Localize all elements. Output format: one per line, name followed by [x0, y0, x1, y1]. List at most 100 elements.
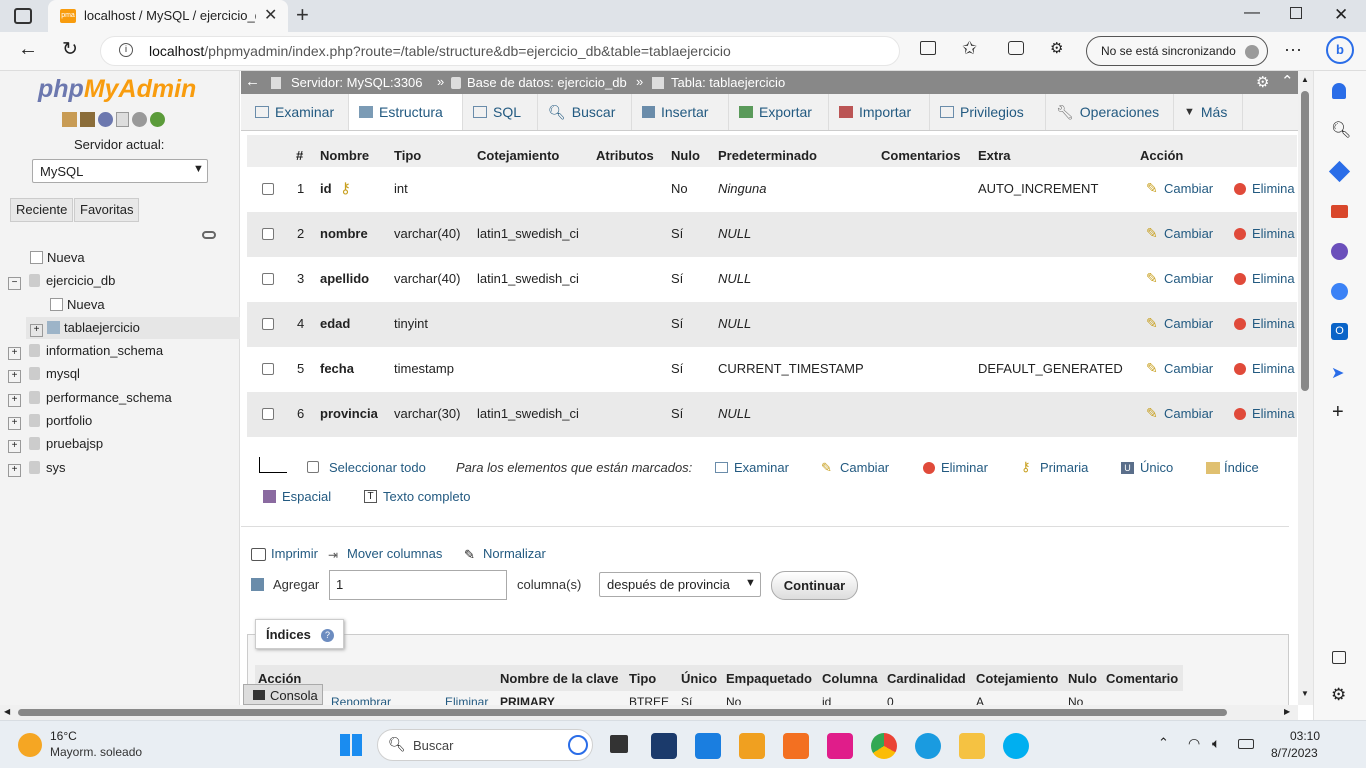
scroll-thumb[interactable] [1301, 91, 1309, 391]
row-checkbox[interactable] [262, 318, 274, 330]
reload-icon[interactable] [150, 112, 165, 127]
favorites-icon[interactable]: ✩ [962, 38, 977, 59]
server-select[interactable]: MySQL ▼ [32, 159, 208, 183]
drop-link[interactable]: Elimina [1252, 271, 1295, 286]
tree-item-sys[interactable]: + sys [8, 460, 66, 477]
tab-import[interactable]: Importar [829, 94, 930, 130]
games-icon[interactable] [1331, 243, 1348, 260]
tab-export[interactable]: Exportar [729, 94, 829, 130]
expand-icon[interactable]: + [8, 417, 21, 430]
sidebar-settings-icon[interactable]: ⚙ [1331, 685, 1346, 705]
tree-item-mysql[interactable]: + mysql [8, 366, 80, 383]
change-link[interactable]: Cambiar [1164, 406, 1213, 421]
change-link[interactable]: Cambiar [1164, 271, 1213, 286]
move-columns-button[interactable]: Mover columnas [347, 546, 442, 561]
scroll-up-icon[interactable]: ▲ [1301, 75, 1309, 84]
expand-icon[interactable]: + [8, 370, 21, 383]
scroll-right-icon[interactable]: ▶ [1284, 707, 1290, 716]
drop-link[interactable]: Elimina [1252, 226, 1295, 241]
idx-drop-link[interactable]: Eliminar [445, 697, 488, 705]
close-window-icon[interactable]: ✕ [1334, 5, 1348, 25]
add-sidebar-icon[interactable]: + [1332, 401, 1344, 424]
settings-more-icon[interactable]: ··· [1284, 39, 1302, 60]
row-checkbox[interactable] [262, 228, 274, 240]
weather-temp[interactable]: 16°C [50, 729, 77, 743]
bulk-browse-button[interactable]: Examinar [734, 460, 789, 475]
extensions-icon[interactable]: ⚙ [1050, 39, 1063, 57]
tree-item-portfolio[interactable]: + portfolio [8, 413, 92, 430]
volume-icon[interactable]: 🔈︎ [1212, 735, 1220, 752]
horizontal-scrollbar[interactable]: ◀ ▶ [0, 705, 1298, 720]
browser-tab[interactable]: pma localhost / MySQL / ejercicio_db ✕ [48, 0, 288, 32]
hide-sidebar-icon[interactable] [1332, 651, 1346, 664]
add-count-input[interactable]: 1 [329, 570, 507, 600]
tab-structure[interactable]: Estructura [349, 94, 463, 130]
task-view-icon[interactable] [610, 735, 628, 753]
page-settings-icon[interactable]: ⚙ [1256, 73, 1269, 91]
wifi-icon[interactable]: ◠ [1188, 735, 1200, 752]
row-checkbox[interactable] [262, 183, 274, 195]
restore-icon[interactable] [1290, 7, 1302, 19]
tab-actions-icon[interactable] [14, 8, 32, 24]
address-bar[interactable]: i localhost/phpmyadmin/index.php?route=/… [100, 36, 900, 66]
outlook-icon[interactable]: O [1331, 323, 1348, 340]
scroll-thumb[interactable] [18, 709, 1227, 716]
clock-time[interactable]: 03:10 [1290, 729, 1320, 743]
position-select[interactable]: después de provincia ▼ [599, 572, 761, 597]
expand-icon[interactable]: + [30, 324, 43, 337]
bulk-index-button[interactable]: Índice [1224, 460, 1259, 475]
collapse-icon[interactable]: − [8, 277, 21, 290]
drop-link[interactable]: Elimina [1252, 316, 1295, 331]
refresh-icon[interactable]: ↻ [62, 38, 78, 61]
skype-icon[interactable] [1003, 733, 1029, 759]
expand-icon[interactable]: + [8, 440, 21, 453]
tree-item-pruebajsp[interactable]: + pruebajsp [8, 436, 103, 453]
bulk-spatial-button[interactable]: Espacial [282, 489, 331, 504]
tab-more[interactable]: ▼ Más [1174, 94, 1243, 130]
site-info-icon[interactable]: i [119, 43, 133, 57]
row-checkbox[interactable] [262, 408, 274, 420]
vscode-icon[interactable] [695, 733, 721, 759]
tab-search[interactable]: 🔍︎ Buscar [538, 94, 632, 130]
breadcrumb-table[interactable]: Tabla: tablaejercicio [671, 75, 785, 90]
back-icon[interactable]: ← [18, 38, 38, 61]
tree-item-tablaejercicio[interactable]: + tablaejercicio [30, 320, 140, 337]
tree-item-new-table[interactable]: Nueva [50, 297, 105, 312]
send-icon[interactable]: ➤ [1331, 363, 1344, 383]
docs-icon[interactable] [116, 112, 129, 127]
microsoft365-icon[interactable] [1331, 283, 1348, 300]
start-icon[interactable] [340, 734, 362, 756]
chrome-icon[interactable] [871, 733, 897, 759]
bulk-change-button[interactable]: Cambiar [840, 460, 889, 475]
netbeans-icon[interactable] [651, 733, 677, 759]
bulk-fulltext-button[interactable]: Texto completo [383, 489, 470, 504]
home-icon[interactable] [62, 112, 77, 127]
tree-item-performance-schema[interactable]: + performance_schema [8, 390, 172, 407]
settings-gear-icon[interactable] [132, 112, 147, 127]
tray-chevron-icon[interactable]: ⌃ [1158, 735, 1169, 751]
drop-link[interactable]: Elimina [1252, 361, 1295, 376]
breadcrumb-server[interactable]: Servidor: MySQL:3306 [291, 75, 423, 90]
split-screen-icon[interactable] [920, 41, 936, 55]
row-checkbox[interactable] [262, 363, 274, 375]
battery-icon[interactable] [1238, 739, 1254, 749]
normalize-button[interactable]: Normalizar [483, 546, 546, 561]
collections-icon[interactable] [1008, 41, 1024, 55]
change-link[interactable]: Cambiar [1164, 361, 1213, 376]
tab-privileges[interactable]: Privilegios [930, 94, 1046, 130]
help-icon[interactable] [98, 112, 113, 127]
select-all-checkbox[interactable] [307, 461, 319, 473]
col-name[interactable]: Nombre [320, 148, 369, 163]
weather-desc[interactable]: Mayorm. soleado [50, 745, 142, 759]
exit-icon[interactable] [80, 112, 95, 127]
expand-icon[interactable]: + [8, 347, 21, 360]
breadcrumb-database[interactable]: Base de datos: ejercicio_db [467, 75, 627, 90]
bulk-drop-button[interactable]: Eliminar [941, 460, 988, 475]
expand-icon[interactable]: + [8, 394, 21, 407]
tab-sql[interactable]: SQL [463, 94, 538, 130]
favorites-tab[interactable]: Favoritas [74, 198, 140, 222]
expand-icon[interactable]: + [8, 464, 21, 477]
tree-item-new[interactable]: Nueva [30, 250, 85, 265]
scroll-left-icon[interactable]: ◀ [4, 707, 10, 716]
row-checkbox[interactable] [262, 273, 274, 285]
